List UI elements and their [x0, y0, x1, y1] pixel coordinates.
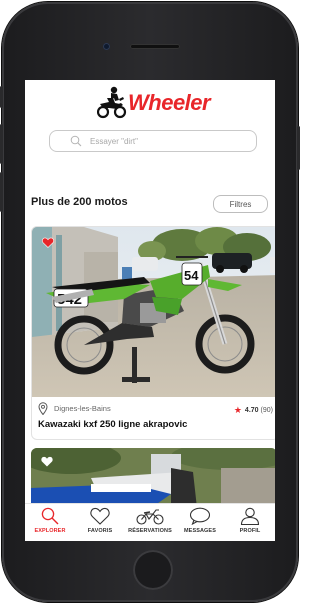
search-icon	[70, 135, 82, 147]
tab-label: MESSAGES	[184, 528, 216, 534]
motorbike-icon	[136, 509, 164, 525]
motocross-rider-icon	[97, 86, 127, 119]
tab-favoris[interactable]: FAVORIS	[75, 504, 125, 541]
results-count: Plus de 200 motos	[31, 196, 128, 208]
favorite-heart-icon[interactable]	[42, 237, 54, 248]
listing-photo	[31, 448, 275, 508]
wheeler-logo: Wheeler	[97, 84, 215, 122]
tab-label: PROFIL	[239, 528, 261, 534]
brand-name: Wheeler	[128, 90, 211, 115]
review-count: (90)	[260, 407, 273, 414]
volume-up-button	[0, 124, 3, 164]
chat-bubble-icon	[189, 507, 211, 525]
listing-rating: ★ 4.70 (90)	[234, 405, 273, 416]
listing-meta: Dignes-les-Bains ★ 4.70 (90) Kawazaki kx…	[32, 399, 275, 439]
tab-label: FAVORIS	[87, 528, 113, 534]
listing-card[interactable]	[31, 448, 275, 508]
filters-button[interactable]: Filtres	[213, 195, 268, 213]
tab-messages[interactable]: MESSAGES	[175, 504, 225, 541]
star-icon: ★	[233, 405, 242, 415]
rating-score: 4.70	[244, 407, 259, 414]
volume-down-button	[0, 172, 3, 212]
front-camera	[103, 43, 110, 50]
front-plate-number: 54	[184, 268, 199, 283]
search-icon	[41, 507, 59, 525]
tab-explorer[interactable]: EXPLORER	[25, 504, 75, 541]
earpiece-speaker	[130, 44, 180, 49]
tab-label: EXPLORER	[34, 528, 66, 534]
mute-switch	[0, 86, 3, 108]
listing-card[interactable]: 542 54 Dignes-les-Bains ★ 4.70 (90) Kawa…	[31, 226, 275, 440]
tab-label: RÉSERVATIONS	[128, 528, 172, 534]
location-pin-icon	[38, 402, 48, 415]
listing-photo: 542 54	[32, 227, 275, 397]
listing-location: Dignes-les-Bains	[54, 404, 111, 413]
favorite-heart-icon[interactable]	[41, 456, 53, 467]
search-bar[interactable]	[49, 130, 257, 152]
search-input[interactable]	[88, 135, 232, 147]
bottom-tab-bar: EXPLORER FAVORIS RÉSERVATIONS MESSAGES P…	[25, 503, 275, 541]
home-button[interactable]	[133, 550, 173, 590]
power-button	[297, 126, 300, 170]
app-screen: Wheeler Plus de 200 motos Filtres	[25, 80, 275, 541]
tab-reservations[interactable]: RÉSERVATIONS	[125, 504, 175, 541]
user-icon	[240, 507, 260, 525]
listing-title[interactable]: Kawazaki kxf 250 ligne akrapovic	[38, 419, 187, 430]
heart-icon	[90, 507, 110, 525]
tab-profil[interactable]: PROFIL	[225, 504, 275, 541]
